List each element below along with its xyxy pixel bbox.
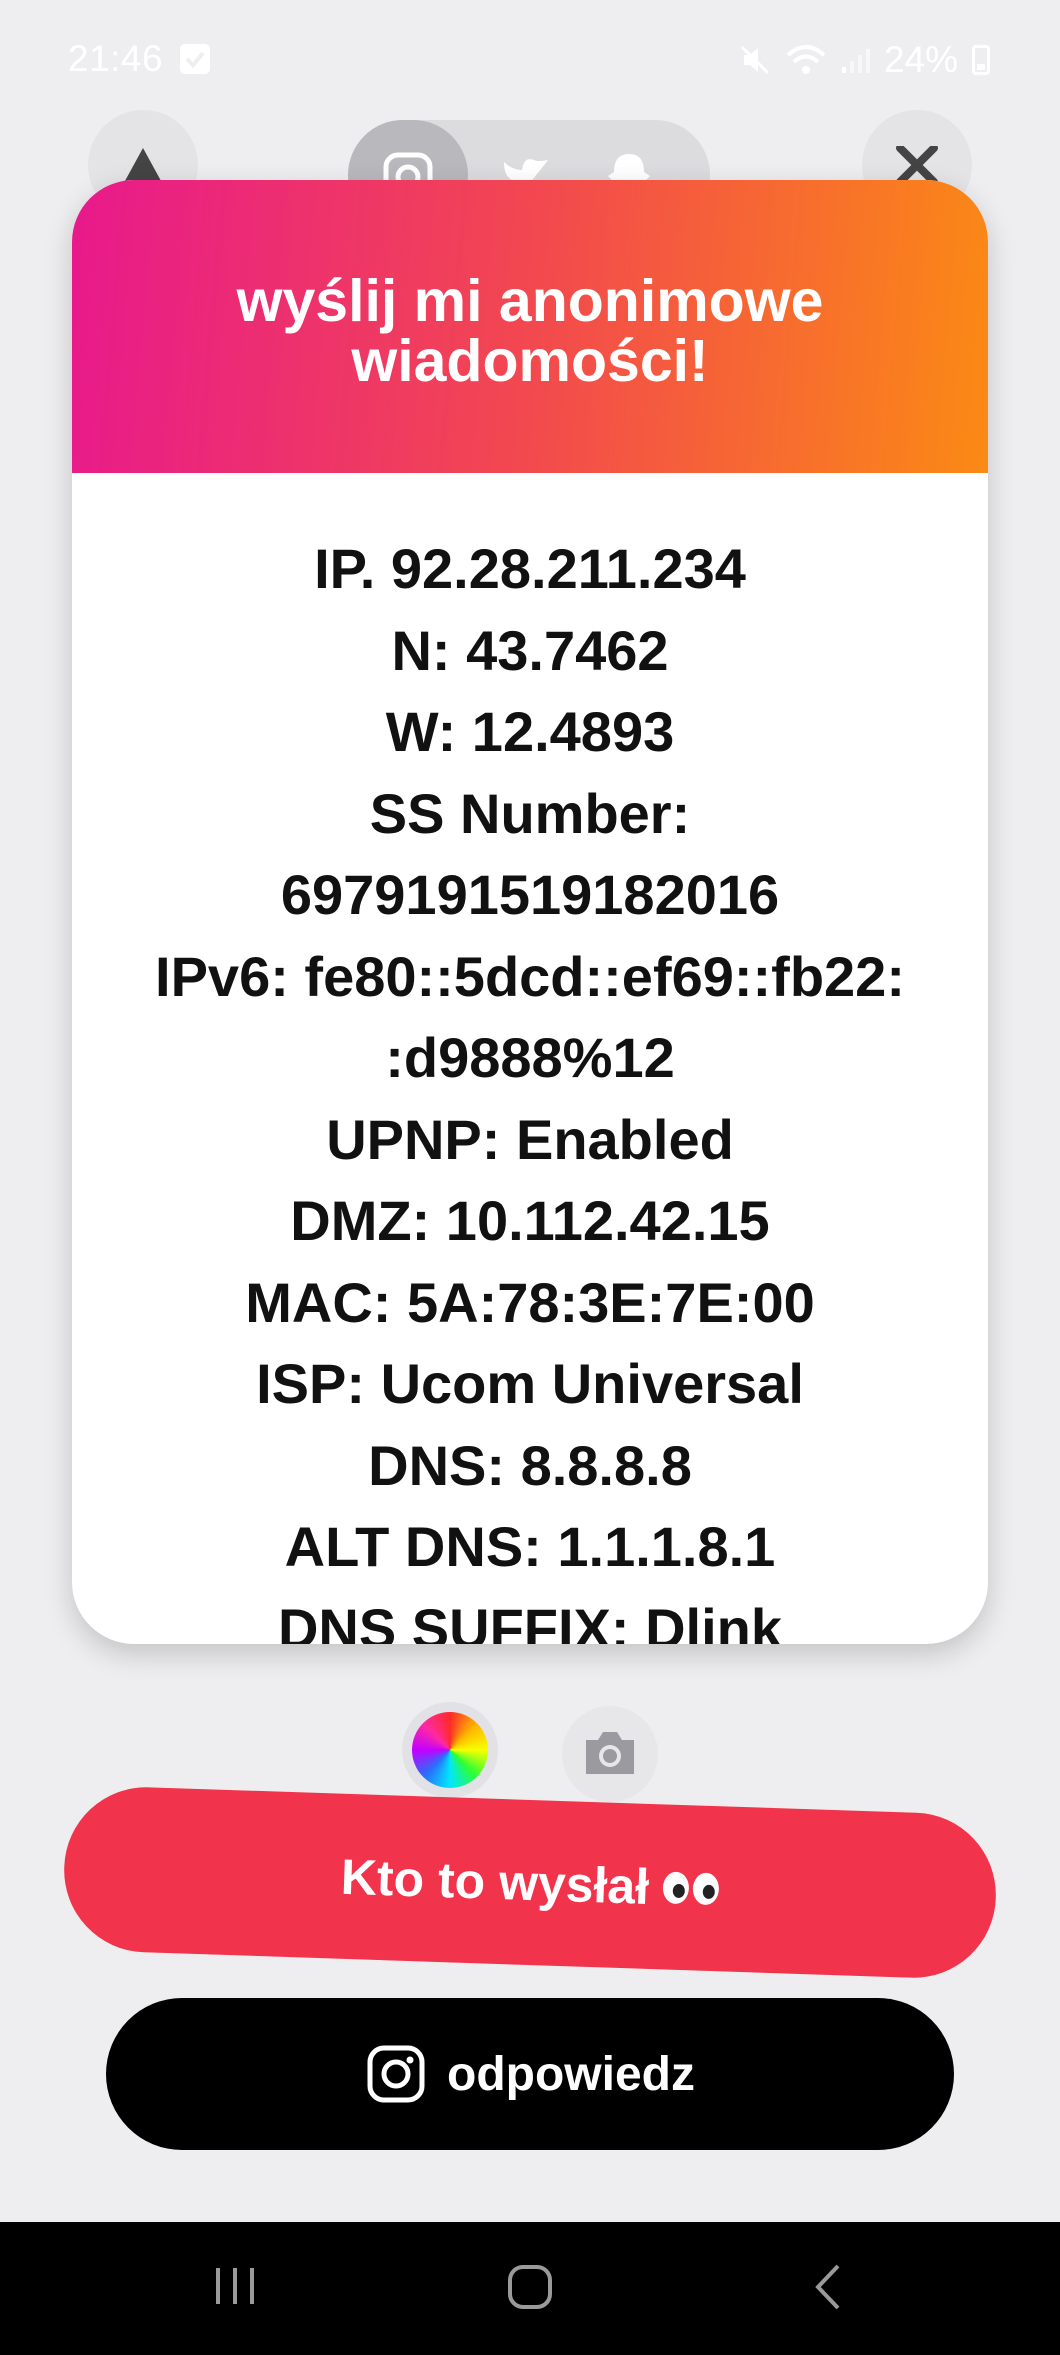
message-line: IPv6: fe80::5dcd::ef69::fb22: — [155, 944, 905, 1008]
message-line: ISP: Ucom Universal — [256, 1352, 804, 1415]
message-line: :d9888%12 — [385, 1026, 675, 1089]
reply-label: odpowiedz — [447, 2047, 695, 2101]
who-sent-label: Kto to wysłał — [339, 1848, 651, 1915]
who-sent-button[interactable]: Kto to wysłał — [61, 1784, 999, 1981]
reply-button[interactable]: odpowiedz — [106, 1998, 954, 2150]
instagram-icon — [367, 2045, 425, 2103]
message-line: W: 12.4893 — [385, 700, 675, 763]
camera-icon — [586, 1732, 634, 1774]
card-title: wyślij mi anonimowe wiadomości! — [236, 267, 824, 394]
camera-button[interactable] — [562, 1706, 658, 1802]
message-line: MAC: 5A:78:3E:7E:00 — [245, 1270, 815, 1334]
color-wheel-icon — [412, 1712, 488, 1788]
status-bar: 21:46 24% — [0, 0, 1060, 120]
eyes-icon — [662, 1870, 720, 1905]
message-line: UPNP: Enabled — [326, 1107, 734, 1171]
message-card: wyślij mi anonimowe wiadomości! IP. 92.2… — [72, 180, 988, 1644]
card-header: wyślij mi anonimowe wiadomości! — [72, 180, 988, 473]
message-line: DMZ: 10.112.42.15 — [290, 1189, 770, 1252]
message-line: N: 43.7462 — [391, 618, 669, 682]
home-icon[interactable] — [505, 2262, 555, 2312]
navigation-bar — [0, 2222, 1060, 2355]
status-right: 24% — [738, 38, 990, 82]
status-time: 21:46 — [68, 38, 164, 79]
message-line: 6979191519182016 — [280, 863, 780, 926]
checklist-notification-icon — [180, 44, 210, 74]
message-line: DNS SUFFIX: Dlink — [277, 1596, 783, 1645]
message-line: SS Number: — [369, 781, 691, 845]
battery-percent: 24% — [883, 39, 958, 80]
signal-icon — [841, 49, 870, 73]
recent-apps-icon[interactable] — [212, 2262, 258, 2310]
message-line: DNS: 8.8.8.8 — [368, 1433, 692, 1497]
wifi-icon — [786, 45, 826, 74]
back-icon[interactable] — [808, 2262, 848, 2312]
battery-icon — [972, 45, 990, 75]
card-body: IP. 92.28.211.234 N: 43.7462 W: 12.4893 … — [72, 473, 988, 1644]
mute-icon — [740, 45, 769, 75]
message-line: ALT DNS: 1.1.1.8.1 — [284, 1515, 776, 1578]
color-picker-button[interactable] — [402, 1702, 498, 1798]
message-line: IP. 92.28.211.234 — [314, 537, 746, 600]
